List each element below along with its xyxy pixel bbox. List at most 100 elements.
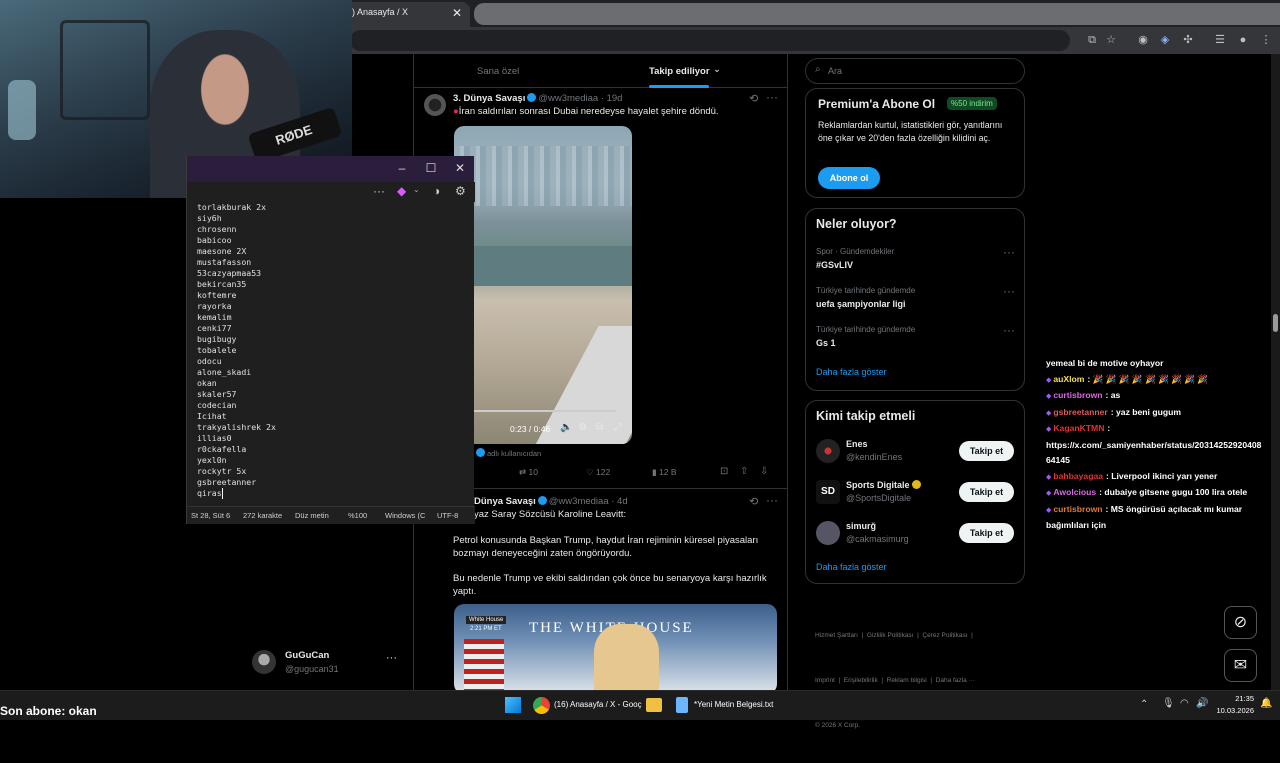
- bookmark-icon[interactable]: ⊡: [720, 466, 728, 477]
- zoom-level[interactable]: %100: [348, 511, 367, 520]
- chrome-icon[interactable]: [533, 697, 550, 714]
- fullscreen-icon[interactable]: ⤢: [614, 422, 622, 433]
- taskbar-app-browser[interactable]: (16) Anasayfa / X - Gooç: [554, 700, 642, 709]
- more-icon[interactable]: ···: [1003, 245, 1015, 259]
- extension-icon[interactable]: ◈: [1155, 30, 1175, 50]
- follow-button[interactable]: Takip et: [959, 523, 1014, 543]
- sidepanel-icon[interactable]: ☰: [1210, 30, 1230, 50]
- microphone-icon[interactable]: 🎙: [1162, 698, 1175, 709]
- notepad-line: babicoo: [197, 235, 232, 245]
- chat-username[interactable]: auXlom: [1053, 374, 1084, 384]
- notepad-line: rayorka: [197, 301, 232, 311]
- account-icon[interactable]: ◑: [433, 184, 440, 198]
- address-field[interactable]: [350, 30, 1070, 51]
- more-icon[interactable]: ···: [766, 493, 778, 507]
- wifi-icon[interactable]: ◠: [1180, 698, 1189, 709]
- trend-name[interactable]: #GSvLIV: [816, 260, 853, 270]
- follow-button[interactable]: Takip et: [959, 441, 1014, 461]
- more-icon[interactable]: ···: [373, 184, 385, 198]
- avatar[interactable]: [816, 521, 840, 545]
- share-icon[interactable]: ⇧: [740, 466, 748, 477]
- folder-icon[interactable]: [646, 698, 662, 712]
- tab-for-you[interactable]: Sana özel: [477, 66, 519, 77]
- notepad-icon[interactable]: [676, 697, 688, 713]
- minimize-icon[interactable]: –: [387, 158, 417, 178]
- trend-name[interactable]: Gs 1: [816, 338, 836, 348]
- avatar[interactable]: [424, 94, 446, 116]
- clock-date[interactable]: 10.03.2026: [1212, 706, 1254, 715]
- tweet-video[interactable]: 0:23 / 0:46 🔈 ⚙ ⧉ ⤢: [454, 126, 632, 444]
- tab-close-icon[interactable]: ✕: [452, 6, 462, 20]
- copilot-icon[interactable]: ◆: [397, 184, 406, 198]
- incognito-icon[interactable]: ◉: [1133, 30, 1153, 50]
- trend-name[interactable]: uefa şampiyonlar ligi: [816, 299, 906, 309]
- follow-button[interactable]: Takip et: [959, 482, 1014, 502]
- profile-avatar-icon[interactable]: ●: [1233, 30, 1253, 50]
- puzzle-icon[interactable]: ✣: [1178, 30, 1198, 50]
- messages-fab-icon[interactable]: ✉: [1224, 649, 1257, 682]
- more-icon[interactable]: ···: [386, 652, 397, 664]
- more-icon[interactable]: ···: [1003, 323, 1015, 337]
- maximize-icon[interactable]: ☐: [416, 158, 446, 178]
- download-icon[interactable]: ⇩: [760, 466, 768, 477]
- follow-handle: @cakmasimurg: [846, 534, 909, 544]
- footer-line[interactable]: Hizmet Şartları | Gizlilik Politikası | …: [815, 628, 975, 643]
- text-format[interactable]: Düz metin: [295, 511, 329, 520]
- notepad-editor[interactable]: torlakburak 2x siy6h chrosenn babicoo maeson…: [197, 202, 276, 499]
- tweet-author[interactable]: 3. Dünya Savaşı: [453, 93, 525, 104]
- grok-fab-icon[interactable]: ⊘: [1224, 606, 1257, 639]
- views-button[interactable]: ▮ 12 B: [652, 467, 677, 478]
- chat-username[interactable]: bahbayagaa: [1053, 471, 1103, 481]
- chat-username[interactable]: curtisbrown: [1053, 504, 1102, 514]
- tweet-image[interactable]: White House 2:21 PM ET THE WHITE HOUSE: [454, 604, 777, 690]
- settings-icon[interactable]: ⚙: [455, 184, 466, 198]
- tweet-handle[interactable]: @ww3mediaa: [538, 93, 598, 104]
- chevron-down-icon[interactable]: ⌄: [413, 185, 420, 194]
- grok-icon[interactable]: ⟲: [749, 92, 758, 105]
- more-icon[interactable]: ···: [766, 90, 778, 104]
- chevron-down-icon[interactable]: ⌄: [713, 64, 721, 75]
- chrome-menu-icon[interactable]: ⋮: [1256, 30, 1276, 50]
- follow-name[interactable]: Sports Digitale: [846, 480, 923, 490]
- taskbar-app-notepad[interactable]: *Yeni Metin Belgesi.txt,: [694, 700, 774, 709]
- grok-icon[interactable]: ⟲: [749, 495, 758, 508]
- search-input[interactable]: ⌕ Ara: [805, 58, 1025, 84]
- chat-username[interactable]: gsbreetanner: [1053, 407, 1107, 417]
- tweet-handle[interactable]: @ww3mediaa: [549, 496, 609, 507]
- more-icon[interactable]: ···: [1003, 284, 1015, 298]
- notification-icon[interactable]: 🔔: [1260, 698, 1272, 709]
- video-progress[interactable]: [466, 410, 616, 412]
- trends-show-more[interactable]: Daha fazla göster: [816, 367, 887, 377]
- close-icon[interactable]: ✕: [445, 158, 475, 178]
- follow-show-more[interactable]: Daha fazla göster: [816, 562, 887, 572]
- follow-name[interactable]: Enes: [846, 439, 868, 449]
- volume-icon[interactable]: 🔈: [560, 422, 572, 433]
- start-icon[interactable]: [505, 697, 521, 713]
- clock-time[interactable]: 21:35: [1216, 694, 1254, 703]
- bookmark-star-icon[interactable]: ☆: [1101, 30, 1121, 50]
- volume-icon[interactable]: 🔊: [1196, 698, 1208, 709]
- notepad-line: bekircan35: [197, 279, 247, 289]
- line-ending[interactable]: Windows (C: [385, 511, 425, 520]
- chat-message: ◆ KaganKTMN:: [1046, 421, 1280, 438]
- encoding[interactable]: UTF-8: [437, 511, 458, 520]
- settings-icon[interactable]: ⚙: [578, 422, 587, 433]
- chat-username[interactable]: KaganKTMN: [1053, 423, 1104, 433]
- like-button[interactable]: ♡ 122: [586, 467, 610, 478]
- pip-icon[interactable]: ⧉: [596, 422, 603, 433]
- subscribe-button[interactable]: Abone ol: [818, 167, 880, 189]
- sd-logo-icon[interactable]: SD: [816, 480, 840, 504]
- tweet-author[interactable]: Dünya Savaşı: [474, 496, 536, 507]
- follow-name[interactable]: simurğ: [846, 521, 876, 531]
- chat-username[interactable]: Awolcious: [1053, 487, 1096, 497]
- chat-message: ◆ gsbreetanner: yaz beni gugum: [1046, 405, 1280, 422]
- chat-username[interactable]: curtisbrown: [1053, 390, 1102, 400]
- scrollbar-thumb[interactable]: [1273, 314, 1278, 332]
- tab-following[interactable]: Takip ediliyor: [649, 66, 710, 77]
- avatar[interactable]: [816, 439, 840, 463]
- retweet-button[interactable]: ⇄ 10: [519, 467, 538, 478]
- browser-tab-x[interactable]: ) Anasayfa / X ✕: [340, 2, 470, 27]
- chevron-up-icon[interactable]: ⌃: [1140, 699, 1148, 710]
- install-icon[interactable]: ⧉: [1082, 30, 1102, 50]
- footer-line[interactable]: Imprint | Erişilebilirlik | Reklam bilgi…: [815, 673, 975, 688]
